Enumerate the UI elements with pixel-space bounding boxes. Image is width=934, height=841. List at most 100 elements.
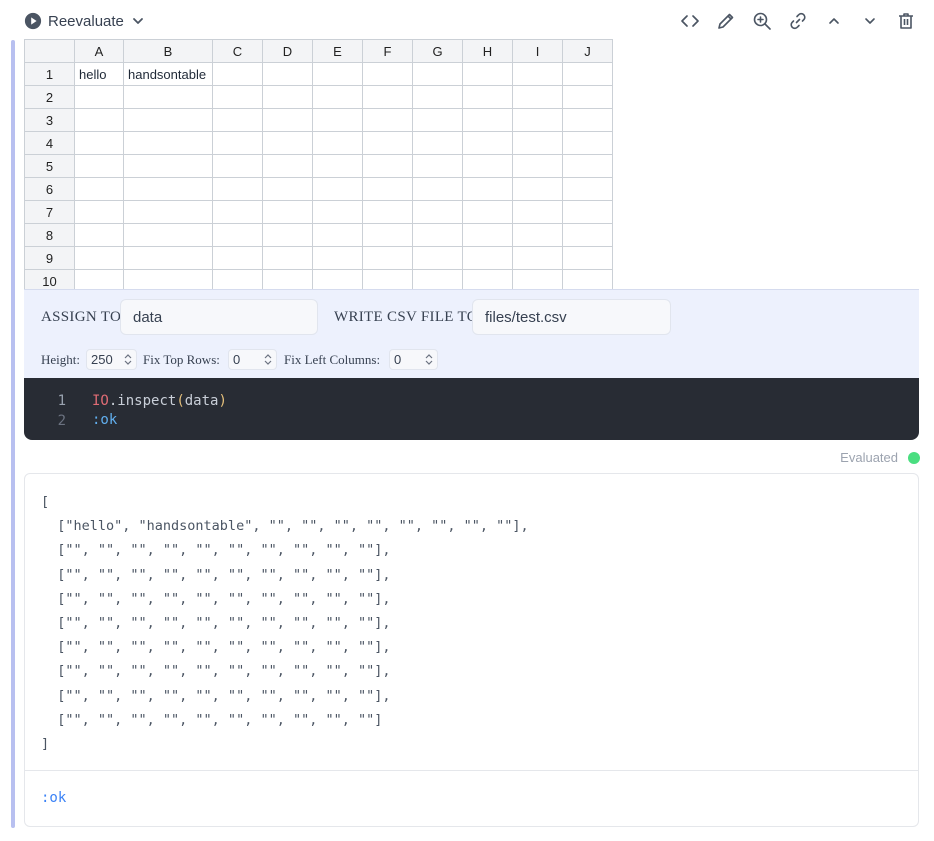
grid-cell[interactable] bbox=[512, 131, 563, 155]
column-header[interactable]: D bbox=[262, 39, 313, 63]
grid-cell[interactable] bbox=[212, 108, 263, 132]
grid-cell[interactable] bbox=[212, 154, 263, 178]
grid-cell[interactable] bbox=[212, 200, 263, 224]
grid-cell[interactable] bbox=[362, 200, 413, 224]
grid-cell[interactable] bbox=[362, 269, 413, 289]
grid-cell[interactable] bbox=[412, 154, 463, 178]
grid-cell[interactable] bbox=[562, 200, 613, 224]
column-header[interactable]: J bbox=[562, 39, 613, 63]
grid-cell[interactable] bbox=[362, 85, 413, 109]
grid-cell[interactable] bbox=[123, 108, 213, 132]
grid-cell[interactable] bbox=[74, 108, 124, 132]
grid-cell[interactable] bbox=[212, 246, 263, 270]
grid-cell[interactable]: hello bbox=[74, 62, 124, 86]
grid-cell[interactable] bbox=[74, 177, 124, 201]
grid-cell[interactable] bbox=[312, 85, 363, 109]
grid-cell[interactable] bbox=[123, 223, 213, 247]
grid-cell[interactable] bbox=[412, 62, 463, 86]
column-header[interactable]: C bbox=[212, 39, 263, 63]
grid-cell[interactable] bbox=[512, 177, 563, 201]
grid-cell[interactable] bbox=[123, 177, 213, 201]
grid-cell[interactable] bbox=[562, 177, 613, 201]
grid-cell[interactable] bbox=[562, 131, 613, 155]
grid-cell[interactable] bbox=[262, 62, 313, 86]
grid-cell[interactable] bbox=[123, 269, 213, 289]
grid-cell[interactable] bbox=[212, 131, 263, 155]
grid-cell[interactable] bbox=[262, 246, 313, 270]
zoom-button[interactable] bbox=[752, 11, 772, 31]
grid-cell[interactable] bbox=[512, 269, 563, 289]
move-up-button[interactable] bbox=[824, 11, 844, 31]
assign-to-input[interactable]: data bbox=[120, 299, 318, 335]
grid-cell[interactable] bbox=[462, 108, 513, 132]
grid-cell[interactable] bbox=[262, 154, 313, 178]
grid-cell[interactable] bbox=[462, 177, 513, 201]
column-header[interactable]: B bbox=[123, 39, 213, 63]
row-header[interactable]: 10 bbox=[24, 269, 75, 289]
grid-cell[interactable] bbox=[412, 269, 463, 289]
row-header[interactable]: 6 bbox=[24, 177, 75, 201]
grid-cell[interactable] bbox=[312, 269, 363, 289]
grid-cell[interactable] bbox=[312, 223, 363, 247]
grid-cell[interactable] bbox=[312, 246, 363, 270]
grid-cell[interactable] bbox=[562, 154, 613, 178]
grid-cell[interactable] bbox=[462, 131, 513, 155]
column-header[interactable]: A bbox=[74, 39, 124, 63]
grid-cell[interactable] bbox=[512, 200, 563, 224]
grid-cell[interactable] bbox=[74, 85, 124, 109]
grid-cell[interactable] bbox=[74, 200, 124, 224]
grid-cell[interactable] bbox=[74, 269, 124, 289]
grid-cell[interactable]: handsontable bbox=[123, 62, 213, 86]
reevaluate-button[interactable]: Reevaluate bbox=[24, 11, 144, 31]
grid-cell[interactable] bbox=[262, 177, 313, 201]
grid-cell[interactable] bbox=[412, 85, 463, 109]
row-header[interactable]: 2 bbox=[24, 85, 75, 109]
grid-cell[interactable] bbox=[462, 223, 513, 247]
grid-cell[interactable] bbox=[262, 85, 313, 109]
grid-cell[interactable] bbox=[412, 246, 463, 270]
grid-cell[interactable] bbox=[412, 223, 463, 247]
grid-cell[interactable] bbox=[362, 177, 413, 201]
grid-cell[interactable] bbox=[74, 131, 124, 155]
grid-cell[interactable] bbox=[562, 108, 613, 132]
grid-cell[interactable] bbox=[512, 62, 563, 86]
grid-cell[interactable] bbox=[74, 246, 124, 270]
grid-cell[interactable] bbox=[362, 131, 413, 155]
grid-cell[interactable] bbox=[212, 177, 263, 201]
grid-cell[interactable] bbox=[262, 269, 313, 289]
grid-cell[interactable] bbox=[362, 62, 413, 86]
grid-cell[interactable] bbox=[512, 108, 563, 132]
grid-cell[interactable] bbox=[362, 154, 413, 178]
grid-cell[interactable] bbox=[562, 85, 613, 109]
spinner-icon[interactable] bbox=[424, 352, 434, 367]
grid-cell[interactable] bbox=[562, 223, 613, 247]
grid-cell[interactable] bbox=[462, 269, 513, 289]
grid-cell[interactable] bbox=[212, 62, 263, 86]
spreadsheet[interactable]: ABCDEFGHIJ 1 hello handsontable 2 3 4 5 6 7 8 9 10 bbox=[24, 39, 613, 289]
grid-cell[interactable] bbox=[412, 200, 463, 224]
row-header[interactable]: 5 bbox=[24, 154, 75, 178]
grid-cell[interactable] bbox=[312, 200, 363, 224]
grid-cell[interactable] bbox=[462, 154, 513, 178]
grid-cell[interactable] bbox=[312, 131, 363, 155]
grid-cell[interactable] bbox=[412, 108, 463, 132]
link-button[interactable] bbox=[788, 11, 808, 31]
fix-top-rows-input[interactable]: 0 bbox=[228, 349, 277, 370]
grid-cell[interactable] bbox=[412, 131, 463, 155]
delete-button[interactable] bbox=[896, 11, 916, 31]
column-header[interactable]: H bbox=[462, 39, 513, 63]
grid-cell[interactable] bbox=[362, 223, 413, 247]
move-down-button[interactable] bbox=[860, 11, 880, 31]
grid-cell[interactable] bbox=[462, 246, 513, 270]
column-header[interactable]: G bbox=[412, 39, 463, 63]
edit-button[interactable] bbox=[716, 11, 736, 31]
grid-cell[interactable] bbox=[123, 200, 213, 224]
grid-cell[interactable] bbox=[123, 131, 213, 155]
grid-cell[interactable] bbox=[312, 177, 363, 201]
grid-cell[interactable] bbox=[312, 108, 363, 132]
fix-left-columns-input[interactable]: 0 bbox=[389, 349, 438, 370]
chevron-down-icon[interactable] bbox=[132, 15, 144, 27]
grid-cell[interactable] bbox=[412, 177, 463, 201]
grid-cell[interactable] bbox=[512, 223, 563, 247]
grid-cell[interactable] bbox=[362, 108, 413, 132]
